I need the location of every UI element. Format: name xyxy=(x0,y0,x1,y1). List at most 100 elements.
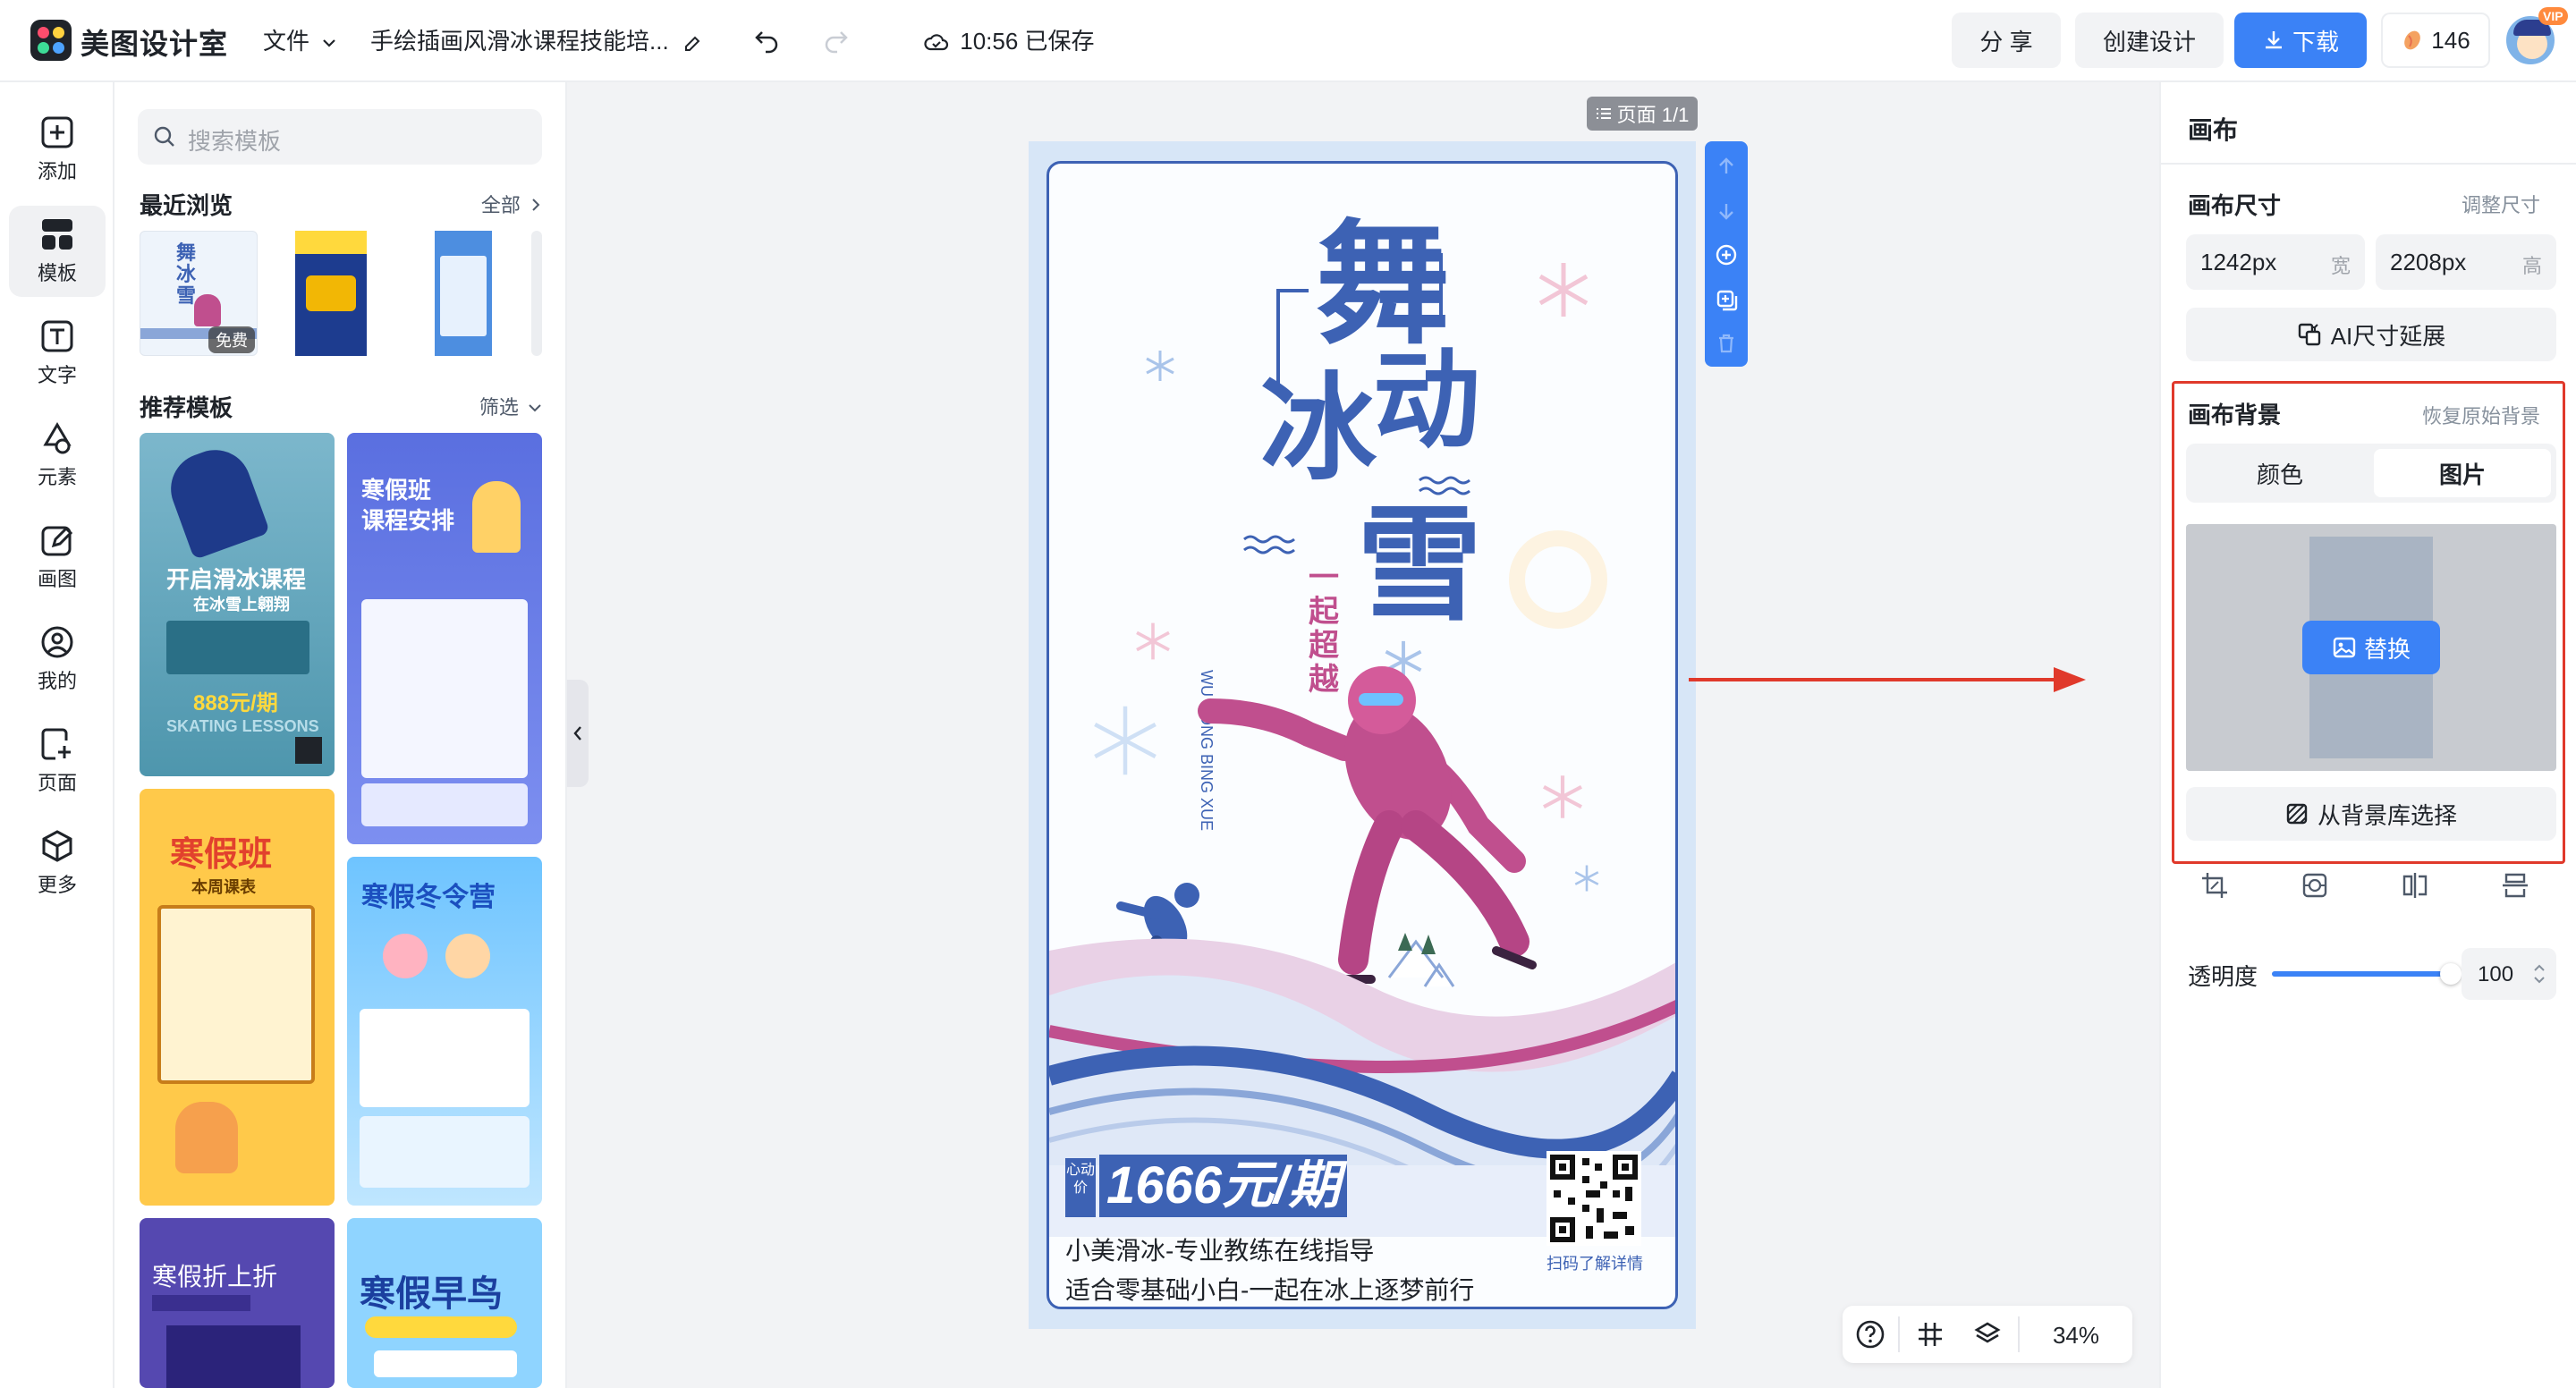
download-icon xyxy=(2265,31,2282,49)
duplicate-icon[interactable] xyxy=(1715,288,1738,311)
snowflake-icon xyxy=(1538,263,1589,317)
poster-frame: 舞 冰 动 雪 WU DONG BING XUE 一起超越 心动价 1666元/… xyxy=(1046,161,1678,1309)
opacity-input[interactable]: 100 xyxy=(2462,948,2556,1000)
add-circle-icon[interactable] xyxy=(1715,243,1738,267)
page-indicator-text: 页面 1/1 xyxy=(1616,104,1690,126)
filter-button[interactable]: 筛选 xyxy=(479,392,542,420)
card-title: 寒假班 xyxy=(361,477,432,504)
recent-thumb[interactable] xyxy=(270,231,388,356)
trash-icon[interactable] xyxy=(1716,333,1737,354)
rail-item-more[interactable]: 更多 xyxy=(9,817,106,909)
card-title: 寒假冬令营 xyxy=(361,883,496,912)
template-card[interactable]: 寒假班 课程安排 xyxy=(347,433,542,844)
credits-button[interactable]: 146 xyxy=(2381,13,2490,68)
chevron-down-icon xyxy=(323,39,336,47)
file-menu[interactable]: 文件 xyxy=(263,23,337,56)
card-title: 寒假班 xyxy=(170,836,273,874)
opacity-slider[interactable] xyxy=(2272,963,2462,985)
recent-title: 最近浏览 xyxy=(140,192,233,219)
snowflake-icon xyxy=(1146,351,1174,381)
chevron-right-icon xyxy=(532,199,540,211)
template-search[interactable]: 搜索模板 xyxy=(138,109,542,165)
poster-canvas[interactable]: 舞 冰 动 雪 WU DONG BING XUE 一起超越 心动价 1666元/… xyxy=(1029,141,1696,1329)
card-title: 寒假折上折 xyxy=(152,1263,278,1291)
rail-item-text[interactable]: 文字 xyxy=(9,308,106,399)
card-subtitle: 课程安排 xyxy=(361,507,455,534)
card-title: 开启滑冰课程 xyxy=(166,566,307,593)
annotation-highlight-box xyxy=(2172,381,2565,864)
create-design-button[interactable]: 创建设计 xyxy=(2075,13,2224,68)
filter-label: 筛选 xyxy=(479,396,519,419)
credits-count: 146 xyxy=(2431,26,2470,54)
text-icon xyxy=(41,320,73,352)
recent-thumb[interactable] xyxy=(531,231,542,356)
rail-label: 我的 xyxy=(37,670,77,692)
title-bracket xyxy=(1407,253,1443,316)
rail-item-mine[interactable]: 我的 xyxy=(9,614,106,705)
opacity-slider-knob[interactable] xyxy=(2440,963,2462,985)
card-price: 888元/期 xyxy=(193,691,278,715)
price-prefix: 心动价 xyxy=(1065,1158,1096,1217)
grid-icon[interactable] xyxy=(1916,1320,1945,1349)
layers-icon[interactable] xyxy=(1973,1320,2002,1349)
template-card[interactable]: 开启滑冰课程 在冰雪上翱翔 888元/期 SKATING LESSONS xyxy=(140,433,335,776)
edit-title-icon[interactable] xyxy=(682,32,704,54)
undo-icon[interactable] xyxy=(748,20,787,59)
recent-thumb[interactable]: 舞冰雪 免费 xyxy=(140,231,258,356)
template-card[interactable]: 寒假班 本周课表 xyxy=(140,789,335,1206)
rail-item-add[interactable]: 添加 xyxy=(9,104,106,195)
element-side-toolbar xyxy=(1705,141,1748,367)
recent-thumb[interactable] xyxy=(401,231,519,356)
ai-resize-icon xyxy=(2298,323,2320,346)
resize-link[interactable]: 调整尺寸 xyxy=(2462,190,2540,218)
qr-caption: 扫码了解详情 xyxy=(1546,1255,1643,1273)
wave-icon xyxy=(1243,535,1295,554)
rail-label: 模板 xyxy=(37,262,77,284)
left-rail: 添加 模板 文字 元素 画图 我的 页面 更多 xyxy=(0,82,114,1388)
filter-effect-icon[interactable] xyxy=(2301,871,2329,900)
rail-item-pages[interactable]: 页面 xyxy=(9,715,106,807)
file-menu-label: 文件 xyxy=(263,28,310,55)
document-title[interactable]: 手绘插画风滑冰课程技能培... xyxy=(370,23,704,56)
share-button[interactable]: 分 享 xyxy=(1952,13,2061,68)
rail-label: 画图 xyxy=(37,568,77,590)
document-title-text: 手绘插画风滑冰课程技能培... xyxy=(370,28,669,55)
ai-expand-button[interactable]: AI尺寸延展 xyxy=(2186,308,2556,361)
rail-item-elements[interactable]: 元素 xyxy=(9,410,106,501)
arrow-down-icon[interactable] xyxy=(1716,200,1737,222)
canvas-size-label: 画布尺寸 xyxy=(2188,192,2282,219)
redo-icon[interactable] xyxy=(816,20,855,59)
top-bar: 美图设计室 文件 手绘插画风滑冰课程技能培... 10:56 已保存 分 享 创… xyxy=(0,0,2576,82)
flip-vertical-icon[interactable] xyxy=(2501,871,2529,900)
rail-item-draw[interactable]: 画图 xyxy=(9,512,106,603)
help-icon[interactable] xyxy=(1855,1319,1885,1350)
recent-all-label: 全部 xyxy=(480,194,521,216)
zoom-level[interactable]: 34% xyxy=(2034,1322,2118,1350)
width-field[interactable]: 1242px 宽 xyxy=(2186,234,2365,290)
template-card[interactable]: 寒假冬令营 xyxy=(347,857,542,1206)
plus-square-icon xyxy=(41,116,73,148)
snowflake-icon xyxy=(1136,622,1170,660)
arrow-up-icon[interactable] xyxy=(1716,156,1737,177)
rail-label: 元素 xyxy=(37,466,77,488)
rail-item-templates[interactable]: 模板 xyxy=(9,206,106,297)
app-logo-icon xyxy=(30,20,72,61)
template-card[interactable]: 寒假折上折 xyxy=(140,1218,335,1388)
ai-expand-label: AI尺寸延展 xyxy=(2330,322,2446,350)
save-status: 10:56 已保存 xyxy=(923,23,1095,56)
download-button[interactable]: 下载 xyxy=(2234,13,2367,68)
save-status-text: 10:56 已保存 xyxy=(960,28,1095,55)
stepper-icon[interactable] xyxy=(2533,961,2546,986)
flip-horizontal-icon[interactable] xyxy=(2401,871,2429,900)
chevron-down-icon xyxy=(529,404,541,412)
annotation-arrow xyxy=(1689,667,2086,692)
collapse-panel-tab[interactable] xyxy=(567,680,589,787)
page-indicator[interactable]: 页面 1/1 xyxy=(1587,97,1698,131)
height-field[interactable]: 2208px 高 xyxy=(2376,234,2556,290)
width-value: 1242px xyxy=(2200,249,2277,275)
opacity-value: 100 xyxy=(2478,962,2514,986)
crop-icon[interactable] xyxy=(2200,871,2229,900)
recent-all-link[interactable]: 全部 xyxy=(481,190,542,218)
height-unit: 高 xyxy=(2521,255,2542,277)
template-card[interactable]: 寒假早鸟 xyxy=(347,1218,542,1388)
